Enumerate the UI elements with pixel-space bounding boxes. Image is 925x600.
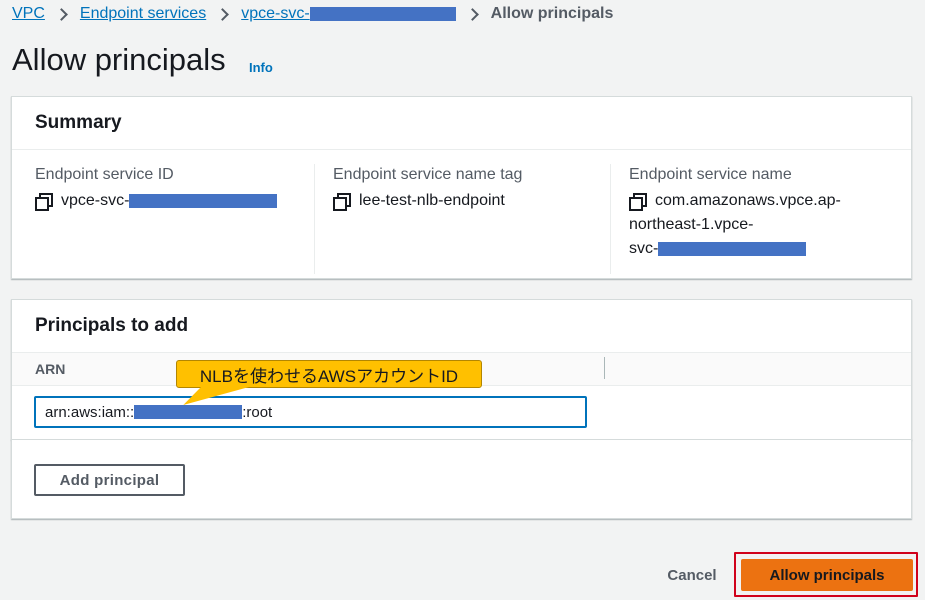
service-name-line3: svc- (629, 240, 659, 257)
name-tag-column: Endpoint service name tag lee-test-nlb-e… (314, 164, 611, 274)
table-row: arn:aws:iam:: :root (12, 386, 911, 439)
chevron-right-icon (216, 7, 230, 21)
endpoint-service-id-text: vpce-svc- (61, 192, 130, 209)
breadcrumb: VPC Endpoint services vpce-svc- Allow pr… (12, 4, 613, 24)
chevron-right-icon (465, 7, 479, 21)
breadcrumb-endpoint-service[interactable]: vpce-svc- (241, 5, 456, 23)
summary-panel: Summary Endpoint service ID vpce-svc- En… (11, 96, 912, 279)
redacted-block (658, 242, 807, 256)
service-name-value: com.amazonaws.vpce.ap- (629, 189, 910, 213)
add-principal-button[interactable]: Add principal (34, 464, 185, 496)
breadcrumb-vpc[interactable]: VPC (12, 5, 45, 23)
service-name-line3-row: svc- (629, 237, 910, 261)
name-tag-value: lee-test-nlb-endpoint (333, 189, 611, 213)
info-link[interactable]: Info (249, 60, 273, 75)
endpoint-service-id-column: Endpoint service ID vpce-svc- (35, 150, 315, 260)
service-name-column: Endpoint service name com.amazonaws.vpce… (610, 164, 910, 274)
cancel-button[interactable]: Cancel (652, 561, 732, 589)
breadcrumb-endpoint-service-label: vpce-svc- (241, 5, 310, 22)
service-name-label: Endpoint service name (629, 166, 792, 183)
service-name-line1: com.amazonaws.vpce.ap- (655, 192, 841, 209)
breadcrumb-current: Allow principals (490, 5, 614, 22)
column-resize-handle[interactable] (604, 357, 605, 379)
allow-principals-button[interactable]: Allow principals (741, 559, 913, 591)
arn-prefix: arn:aws:iam:: (45, 403, 135, 421)
arn-suffix: :root (242, 403, 273, 421)
endpoint-service-id-value: vpce-svc- (35, 189, 315, 213)
copy-icon[interactable] (629, 193, 647, 211)
name-tag-text: lee-test-nlb-endpoint (359, 192, 505, 209)
redacted-block (129, 194, 278, 208)
allow-principals-page: VPC Endpoint services vpce-svc- Allow pr… (0, 0, 925, 600)
principals-heading: Principals to add (12, 300, 911, 353)
add-principal-panel: Add principal (11, 439, 912, 519)
endpoint-service-id-label: Endpoint service ID (35, 166, 174, 183)
redacted-block (134, 405, 243, 419)
service-name-line2-row: northeast-1.vpce- (629, 213, 910, 237)
arn-input[interactable]: arn:aws:iam:: :root (34, 396, 587, 428)
annotation-callout: NLBを使わせるAWSアカウントID (176, 360, 482, 388)
summary-heading: Summary (12, 97, 911, 150)
redacted-block (309, 6, 456, 21)
page-title: Allow principals (12, 42, 226, 77)
copy-icon[interactable] (35, 193, 53, 211)
service-name-line2: northeast-1.vpce- (629, 216, 754, 233)
summary-columns: Endpoint service ID vpce-svc- Endpoint s… (12, 150, 911, 279)
chevron-right-icon (55, 7, 68, 21)
copy-icon[interactable] (333, 193, 351, 211)
breadcrumb-endpoint-services[interactable]: Endpoint services (80, 5, 206, 23)
arn-column-label: ARN (35, 361, 66, 377)
name-tag-label: Endpoint service name tag (333, 166, 523, 183)
